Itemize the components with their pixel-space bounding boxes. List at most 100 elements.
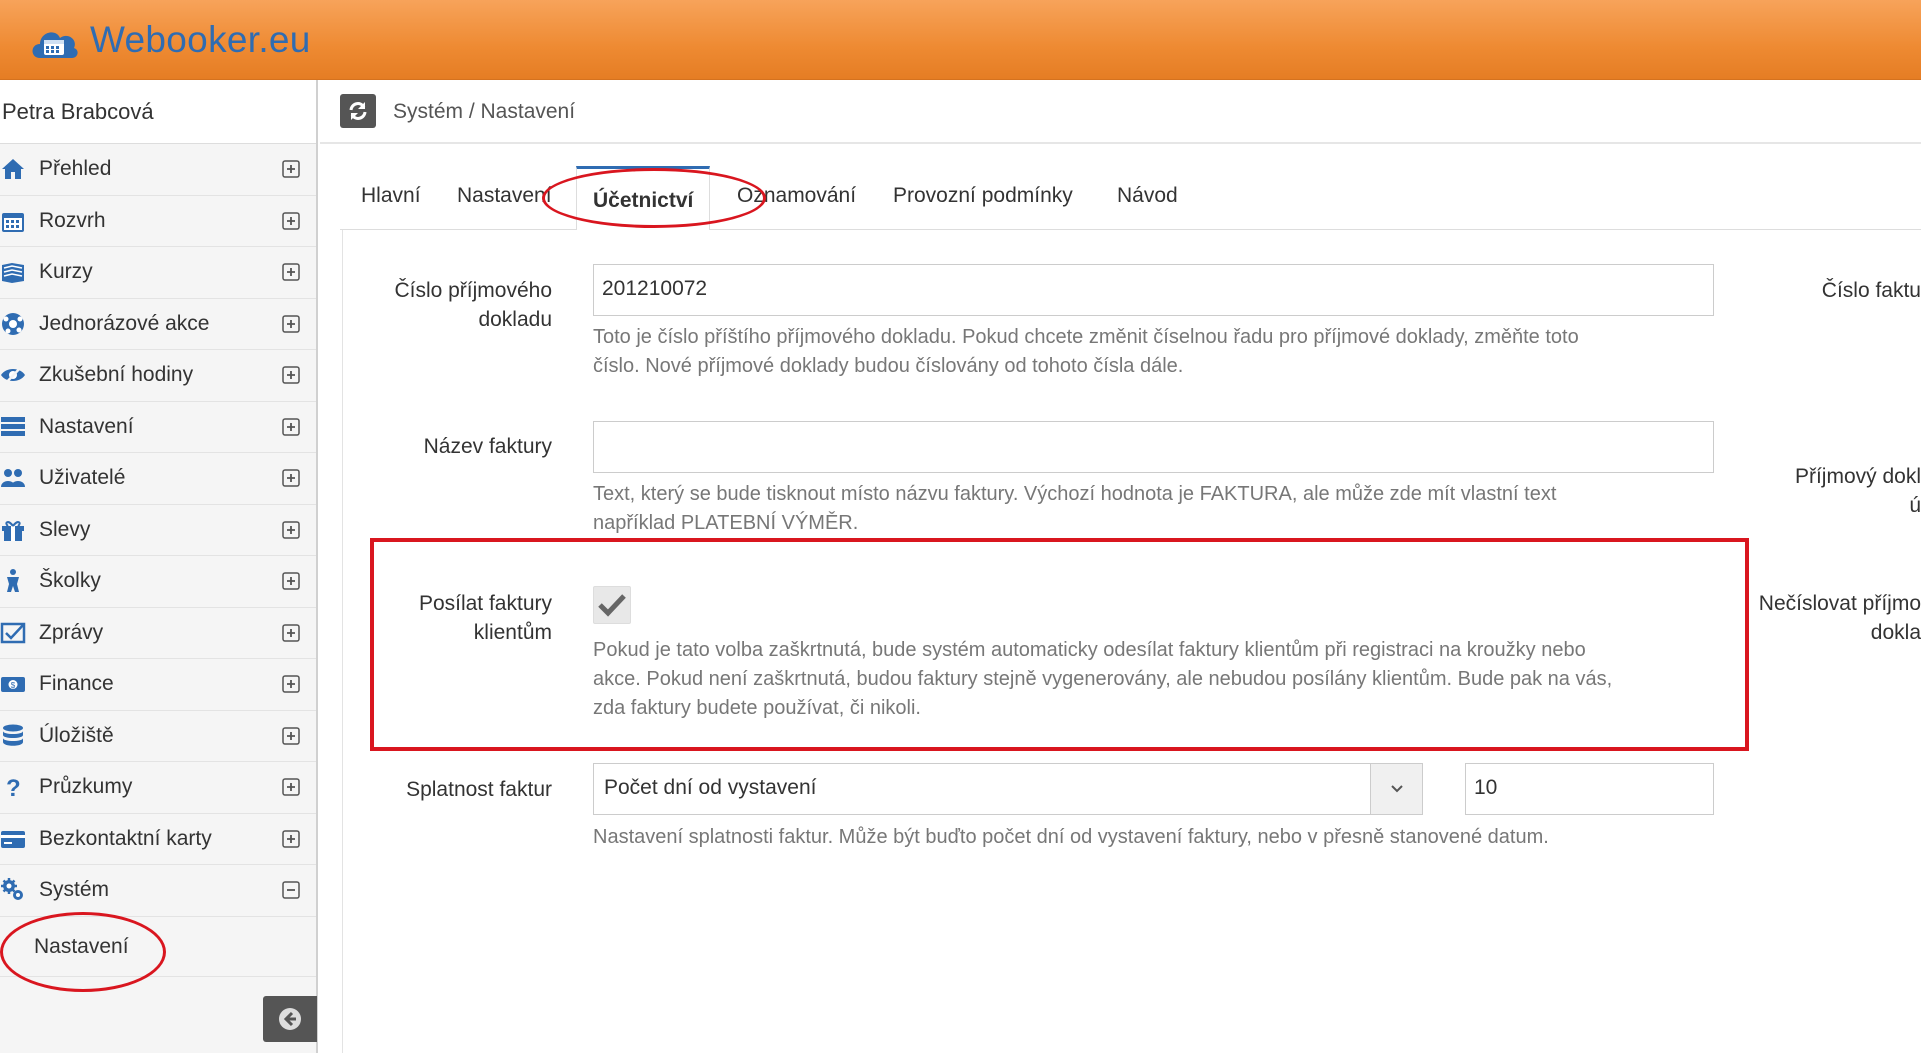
due-date-select-value: Počet dní od vystavení bbox=[604, 776, 817, 799]
tab-nastaveni[interactable]: Nastavení bbox=[457, 184, 552, 208]
expand-square-icon[interactable] bbox=[282, 572, 300, 590]
sidebar-item-label: Finance bbox=[39, 672, 114, 696]
sidebar-item-label: Přehled bbox=[39, 157, 112, 181]
sidebar-item-rozvrh[interactable]: Rozvrh bbox=[0, 195, 316, 247]
sidebar-item-pruzkumy[interactable]: ? Průzkumy bbox=[0, 762, 316, 814]
send-invoices-help: Pokud je tato volba zaškrtnutá, bude sys… bbox=[593, 636, 1743, 723]
expand-square-icon[interactable] bbox=[282, 160, 300, 178]
cogs-icon bbox=[1, 878, 23, 901]
expand-square-icon[interactable] bbox=[282, 778, 300, 796]
sidebar-item-label: Zkušební hodiny bbox=[39, 363, 194, 387]
sidebar-item-label: Kurzy bbox=[39, 260, 93, 284]
money-icon: $ bbox=[1, 677, 25, 693]
sidebar-item-zpravy[interactable]: Zprávy bbox=[0, 607, 316, 659]
receipt-number-label-line2: dokladu bbox=[478, 308, 552, 331]
expand-square-icon[interactable] bbox=[282, 366, 300, 384]
send-invoices-label-line1: Posílat faktury bbox=[418, 592, 552, 615]
receipt-right-label: Příjmový dokl ú bbox=[1760, 462, 1921, 520]
receipt-number-help-line2: číslo. Nové příjmové doklady budou číslo… bbox=[593, 355, 1184, 377]
receipt-number-label: Číslo příjmového dokladu bbox=[360, 276, 552, 334]
user-name[interactable]: Petra Brabcová bbox=[0, 80, 316, 144]
expand-square-icon[interactable] bbox=[282, 263, 300, 281]
book-icon bbox=[2, 263, 24, 284]
no-numbering-label-line1: Nečíslovat příjmo bbox=[1758, 592, 1921, 615]
collapse-square-icon[interactable] bbox=[282, 881, 300, 899]
receipt-number-help-line1: Toto je číslo příštího příjmového doklad… bbox=[593, 326, 1579, 348]
tab-hlavni[interactable]: Hlavní bbox=[361, 184, 421, 208]
sidebar-item-slevy[interactable]: Slevy bbox=[0, 504, 316, 556]
send-invoices-label-line2: klientům bbox=[473, 621, 552, 644]
child-icon bbox=[7, 569, 19, 593]
calendar-icon bbox=[2, 212, 24, 232]
card-icon bbox=[1, 830, 25, 848]
sidebar-item-zkusebni-hodiny[interactable]: Zkušební hodiny bbox=[0, 350, 316, 402]
expand-square-icon[interactable] bbox=[282, 624, 300, 642]
expand-square-icon[interactable] bbox=[282, 727, 300, 745]
expand-square-icon[interactable] bbox=[282, 315, 300, 333]
sidebar-nav: Přehled Rozvrh Kurzy Jednorázové akce Zkušeb… bbox=[0, 144, 316, 917]
top-header: Webooker.eu bbox=[0, 0, 1921, 80]
refresh-button[interactable] bbox=[340, 94, 376, 128]
due-date-select[interactable]: Počet dní od vystavení bbox=[593, 763, 1423, 815]
no-numbering-label: Nečíslovat příjmo dokla bbox=[1757, 589, 1921, 647]
sidebar-item-finance[interactable]: $ Finance bbox=[0, 659, 316, 711]
sidebar-item-label: Zprávy bbox=[39, 620, 104, 644]
message-icon bbox=[0, 622, 26, 643]
invoice-name-help-line2: například PLATEBNÍ VÝMĚR. bbox=[593, 512, 859, 534]
sidebar-item-system[interactable]: Systém bbox=[0, 865, 316, 917]
sidebar-item-bezkontaktni-karty[interactable]: Bezkontaktní karty bbox=[0, 813, 316, 865]
gift-icon bbox=[2, 520, 24, 541]
invoice-name-help-line1: Text, který se bude tisknout místo názvu… bbox=[593, 483, 1557, 505]
sidebar-item-label: Průzkumy bbox=[39, 775, 133, 799]
due-date-label: Splatnost faktur bbox=[406, 778, 552, 801]
no-numbering-label-line2: dokla bbox=[1870, 621, 1921, 644]
eye-icon bbox=[1, 364, 25, 388]
send-invoices-label: Posílat faktury klientům bbox=[360, 589, 552, 647]
sidebar-item-uzivatele[interactable]: Uživatelé bbox=[0, 453, 316, 505]
expand-square-icon[interactable] bbox=[282, 212, 300, 230]
highlight-circle-nav bbox=[0, 912, 166, 992]
receipt-right-label-line1: Příjmový dokl bbox=[1794, 465, 1921, 488]
send-invoices-help-line3: zda faktury budete používat, či nikoli. bbox=[593, 697, 921, 719]
collapse-sidebar-button[interactable] bbox=[263, 996, 317, 1042]
invoice-name-input[interactable] bbox=[593, 421, 1714, 473]
expand-square-icon[interactable] bbox=[282, 521, 300, 539]
sidebar-item-kurzy[interactable]: Kurzy bbox=[0, 247, 316, 299]
sidebar-item-skolky[interactable]: Školky bbox=[0, 556, 316, 608]
due-days-input[interactable]: 10 bbox=[1465, 763, 1714, 815]
sidebar: Petra Brabcová Přehled Rozvrh Kurzy Jednorá… bbox=[0, 80, 318, 1053]
sidebar-item-label: Systém bbox=[39, 878, 110, 902]
invoice-name-label: Název faktury bbox=[423, 435, 552, 458]
brand-logo[interactable]: Webooker.eu bbox=[28, 16, 311, 64]
receipt-number-input[interactable]: 201210072 bbox=[593, 264, 1714, 316]
ball-icon bbox=[2, 312, 24, 335]
sidebar-item-label: Bezkontaktní karty bbox=[39, 826, 212, 850]
expand-square-icon[interactable] bbox=[282, 830, 300, 848]
expand-square-icon[interactable] bbox=[282, 469, 300, 487]
refresh-icon bbox=[349, 102, 367, 120]
sidebar-item-jednorazove-akce[interactable]: Jednorázové akce bbox=[0, 298, 316, 350]
breadcrumb: Systém / Nastavení bbox=[393, 100, 576, 123]
receipt-number-label-line1: Číslo příjmového bbox=[394, 279, 552, 302]
expand-square-icon[interactable] bbox=[282, 675, 300, 693]
expand-square-icon[interactable] bbox=[282, 418, 300, 436]
sidebar-item-label: Rozvrh bbox=[39, 208, 106, 232]
sidebar-item-prehled[interactable]: Přehled bbox=[0, 144, 316, 196]
send-invoices-checkbox[interactable] bbox=[593, 586, 631, 624]
sidebar-item-label: Jednorázové akce bbox=[39, 311, 210, 335]
server-icon bbox=[1, 416, 25, 436]
breadcrumb-bar: Systém / Nastavení bbox=[320, 80, 1921, 144]
sidebar-item-uloziste[interactable]: Úložiště bbox=[0, 710, 316, 762]
chevron-down-icon[interactable] bbox=[1370, 764, 1422, 814]
users-icon bbox=[1, 469, 25, 488]
sidebar-item-label: Uživatelé bbox=[39, 466, 126, 490]
invoice-number-label: Číslo faktu bbox=[1821, 279, 1921, 302]
checkmark-icon bbox=[598, 594, 626, 617]
home-icon bbox=[2, 159, 24, 180]
sidebar-item-nastaveni[interactable]: Nastavení bbox=[0, 401, 316, 453]
svg-text:?: ? bbox=[6, 775, 21, 800]
tab-navod[interactable]: Návod bbox=[1117, 184, 1178, 208]
cloud-calendar-icon bbox=[32, 32, 78, 58]
invoice-name-help: Text, který se bude tisknout místo názvu… bbox=[593, 480, 1743, 538]
tab-provozni-podminky[interactable]: Provozní podmínky bbox=[893, 184, 1073, 208]
